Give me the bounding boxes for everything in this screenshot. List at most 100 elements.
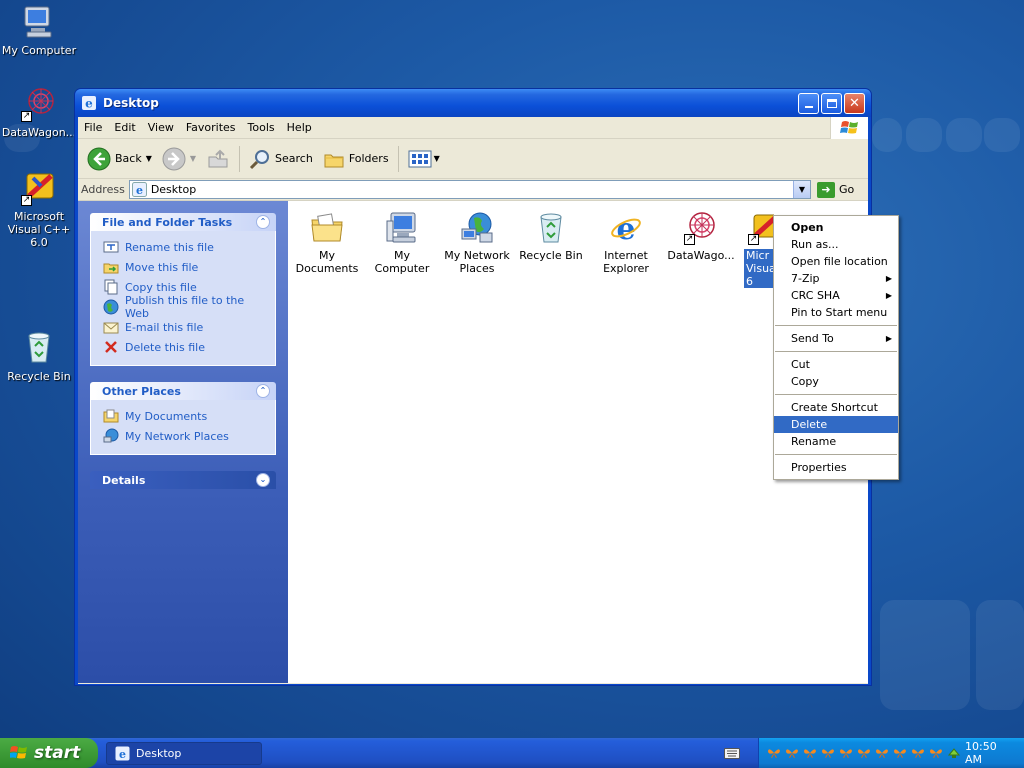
ctx-pin-to-start[interactable]: Pin to Start menu (774, 304, 898, 321)
ctx-7zip[interactable]: 7-Zip ▶ (774, 270, 898, 287)
network-places-icon (460, 211, 494, 245)
window-titlebar[interactable]: e Desktop ✕ (75, 89, 871, 117)
desktop-icon-label: DataWagon... (1, 126, 77, 139)
move-file-link[interactable]: Move this file (103, 257, 265, 277)
system-tray: 10:50 AM (758, 738, 1024, 768)
maximize-button[interactable] (821, 92, 842, 114)
folders-icon (324, 154, 344, 167)
desktop-icon-label: Microsoft Visual C++ 6.0 (7, 210, 71, 249)
forward-button[interactable]: ▼ (157, 143, 201, 175)
butterfly-icon[interactable] (893, 747, 907, 759)
clock[interactable]: 10:50 AM (965, 740, 1012, 766)
details-header[interactable]: Details ⌄ (90, 471, 276, 489)
delete-file-link[interactable]: Delete this file (103, 337, 265, 357)
file-item-my-documents[interactable]: My Documents (290, 211, 364, 275)
file-item-datawagon[interactable]: ↗ DataWago... (664, 211, 738, 262)
chevron-down-icon[interactable]: ▼ (434, 154, 440, 163)
desktop-icon-recycle-bin[interactable]: Recycle Bin (0, 330, 78, 383)
file-item-my-computer[interactable]: My Computer (365, 211, 439, 275)
desktop-icon-my-computer[interactable]: My Computer (0, 4, 78, 57)
windows-flag-icon (10, 746, 27, 759)
menu-help[interactable]: Help (281, 121, 318, 134)
svg-text:e: e (136, 184, 143, 197)
address-input[interactable]: e Desktop ▼ (128, 180, 811, 199)
email-file-link[interactable]: E-mail this file (103, 317, 265, 337)
ctx-cut[interactable]: Cut (774, 356, 898, 373)
butterfly-icon[interactable] (857, 747, 871, 759)
butterfly-icon[interactable] (839, 747, 853, 759)
file-folder-tasks-header[interactable]: File and Folder Tasks ⌃ (90, 213, 276, 231)
file-item-internet-explorer[interactable]: e Internet Explorer (589, 211, 663, 275)
taskbar-item-desktop[interactable]: e Desktop (106, 741, 262, 765)
collapse-chevron-icon[interactable]: ⌃ (256, 215, 270, 229)
shortcut-arrow-icon: ↗ (21, 195, 32, 206)
ctx-copy[interactable]: Copy (774, 373, 898, 390)
ctx-crc-sha[interactable]: CRC SHA ▶ (774, 287, 898, 304)
safely-remove-icon[interactable] (947, 747, 961, 759)
collapse-chevron-icon[interactable]: ⌃ (256, 384, 270, 398)
shortcut-arrow-icon: ↗ (684, 234, 695, 245)
submenu-arrow-icon: ▶ (885, 334, 892, 343)
file-label: Internet Explorer (603, 249, 649, 275)
ctx-label: 7-Zip (791, 272, 820, 285)
file-item-my-network-places[interactable]: My Network Places (440, 211, 514, 275)
datawagon-icon: ↗ (21, 86, 57, 122)
address-value: Desktop (150, 183, 197, 196)
ctx-send-to[interactable]: Send To ▶ (774, 330, 898, 347)
my-network-places-link[interactable]: My Network Places (103, 426, 265, 446)
folders-button[interactable]: Folders (318, 143, 394, 175)
address-dropdown-button[interactable]: ▼ (793, 181, 810, 198)
butterfly-icon[interactable] (911, 747, 925, 759)
butterfly-icon[interactable] (929, 747, 943, 759)
start-button[interactable]: start (0, 738, 98, 768)
menu-edit[interactable]: Edit (108, 121, 141, 134)
network-places-icon (103, 428, 119, 443)
butterfly-icon[interactable] (821, 747, 835, 759)
background-decoration (976, 600, 1024, 710)
menu-view[interactable]: View (142, 121, 180, 134)
menu-favorites[interactable]: Favorites (180, 121, 242, 134)
rename-file-link[interactable]: Rename this file (103, 237, 265, 257)
ie-folder-icon: e (81, 95, 97, 111)
ctx-delete[interactable]: Delete (774, 416, 898, 433)
window-title: Desktop (103, 96, 159, 110)
chevron-down-icon[interactable]: ▼ (190, 154, 196, 163)
ctx-rename[interactable]: Rename (774, 433, 898, 450)
close-button[interactable]: ✕ (844, 92, 865, 114)
desktop-icon-visual-cpp[interactable]: ↗ Microsoft Visual C++ 6.0 (0, 170, 78, 249)
views-button[interactable]: ▼ (403, 143, 445, 175)
file-item-recycle-bin[interactable]: Recycle Bin (514, 211, 588, 262)
minimize-button[interactable] (798, 92, 819, 114)
task-label: Rename this file (125, 240, 214, 254)
computer-icon (21, 4, 57, 40)
publish-file-link[interactable]: Publish this file to the Web (103, 294, 265, 320)
ctx-properties[interactable]: Properties (774, 459, 898, 476)
my-documents-link[interactable]: My Documents (103, 406, 265, 426)
menu-file[interactable]: File (78, 121, 108, 134)
menu-tools[interactable]: Tools (242, 121, 281, 134)
other-places-header[interactable]: Other Places ⌃ (90, 382, 276, 400)
go-button[interactable]: ➜ Go (817, 181, 865, 198)
ctx-run-as[interactable]: Run as... (774, 236, 898, 253)
file-item-visual-cpp[interactable]: ↗ Micr Visua 6 (744, 211, 774, 288)
search-button[interactable]: Search (244, 143, 318, 175)
recycle-bin-icon (21, 330, 57, 366)
keyboard-icon[interactable] (724, 746, 740, 760)
butterfly-icon[interactable] (785, 747, 799, 759)
expand-chevron-icon[interactable]: ⌄ (256, 473, 270, 487)
svg-text:e: e (616, 212, 635, 245)
butterfly-icon[interactable] (875, 747, 889, 759)
ctx-create-shortcut[interactable]: Create Shortcut (774, 399, 898, 416)
copy-icon (104, 279, 118, 295)
ctx-open[interactable]: Open (774, 219, 898, 236)
rename-icon (103, 241, 119, 253)
up-folder-button[interactable] (201, 143, 235, 175)
datawagon-icon: ↗ (684, 211, 718, 245)
ctx-open-file-location[interactable]: Open file location (774, 253, 898, 270)
butterfly-icon[interactable] (803, 747, 817, 759)
file-label: Micr Visua 6 (744, 249, 774, 288)
butterfly-icon[interactable] (767, 747, 781, 759)
chevron-down-icon[interactable]: ▼ (146, 154, 152, 163)
desktop-icon-datawagon[interactable]: ↗ DataWagon... (0, 86, 78, 139)
back-button[interactable]: Back ▼ (82, 143, 157, 175)
